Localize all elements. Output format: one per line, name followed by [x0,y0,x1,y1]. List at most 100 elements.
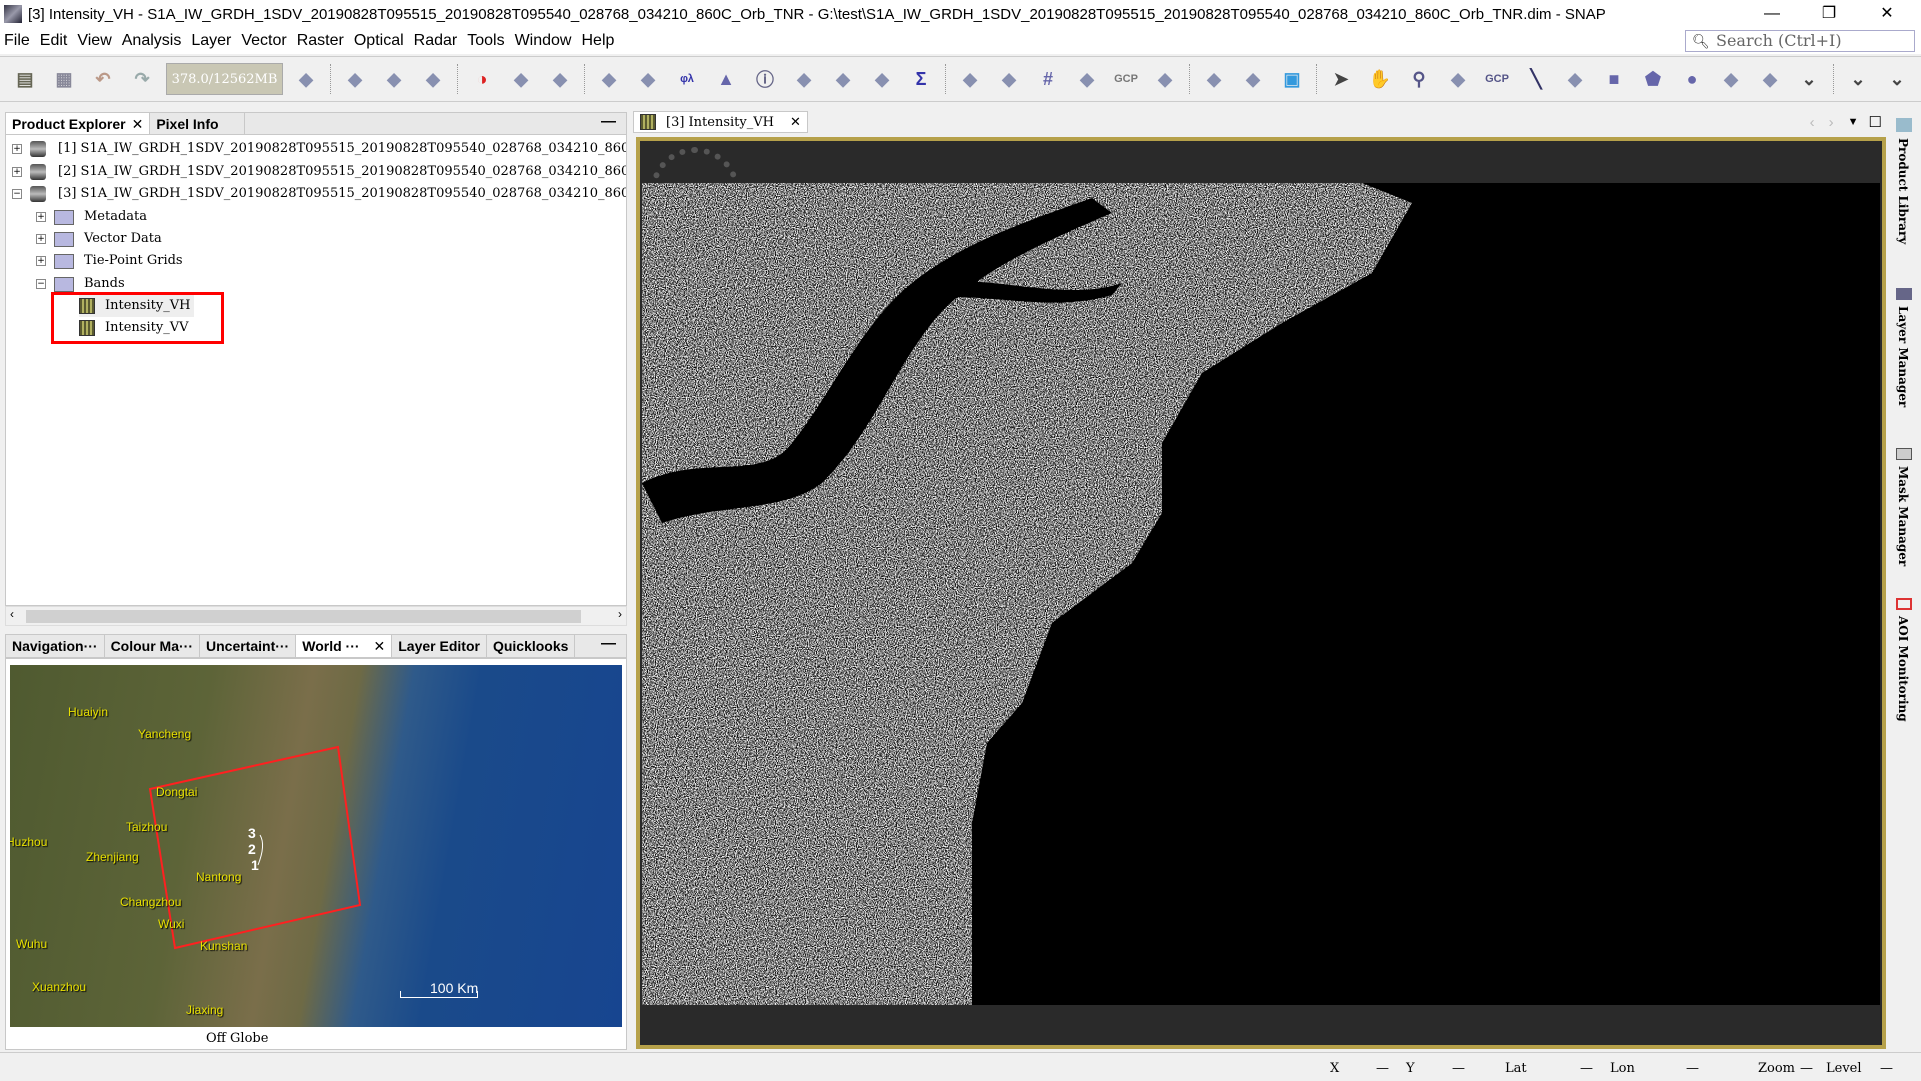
menu-edit[interactable]: Edit [40,32,68,50]
tab-colour-manipulation[interactable]: Colour Ma··· [105,635,200,657]
sidebar-mask-manager[interactable]: Mask Manager [1896,466,1910,566]
polyline-tool-icon[interactable]: ◆ [1560,64,1590,94]
menu-window[interactable]: Window [515,32,572,50]
geo-coding-icon[interactable]: φλ [672,64,702,94]
tab-image-view[interactable]: [3] Intensity_VH ✕ [633,111,808,133]
undo-icon[interactable]: ↶ [88,64,118,94]
gcp-overlay-icon[interactable]: ◆ [1072,64,1102,94]
expand-icon[interactable]: + [36,234,46,244]
graph-builder-icon[interactable]: ◆ [1199,64,1229,94]
expand-icon[interactable]: + [36,256,46,266]
close-button[interactable]: ✕ [1864,0,1910,28]
gcp-icon[interactable]: GCP [1111,64,1141,94]
scroll-tabs-right-icon[interactable]: › [1829,114,1834,131]
expand-icon[interactable]: + [36,212,46,222]
menu-optical[interactable]: Optical [354,32,404,50]
collapse-icon[interactable]: − [12,189,22,199]
tab-navigation[interactable]: Navigation··· [6,635,105,657]
more-icon[interactable]: ⌄ [1882,64,1912,94]
tree-folder-vector-data[interactable]: + Vector Data [36,228,162,250]
scroll-left-icon[interactable]: ‹ [10,607,14,621]
select-tool-icon[interactable]: ➤ [1326,64,1356,94]
minimize-panel-button[interactable]: — [591,113,626,135]
expand-icon[interactable]: + [12,144,22,154]
tree-product-1[interactable]: + [1] S1A_IW_GRDH_1SDV_20190828T095515_20… [12,138,626,160]
information-icon[interactable]: ⓘ [750,64,780,94]
minimize-button[interactable]: — [1749,0,1795,28]
scroll-tabs-left-icon[interactable]: ‹ [1810,114,1815,131]
menu-layer[interactable]: Layer [191,32,231,50]
spectrum-icon[interactable]: ◆ [545,64,575,94]
more-icon[interactable]: ⌄ [1794,64,1824,94]
sidebar-aoi-monitoring[interactable]: AOI Monitoring [1896,616,1910,722]
export-icon[interactable]: ◆ [379,64,409,94]
range-finder-icon[interactable]: ◆ [1755,64,1785,94]
tree-folder-metadata[interactable]: + Metadata [36,206,147,228]
menu-file[interactable]: File [4,32,30,50]
tree-product-2[interactable]: + [2] S1A_IW_GRDH_1SDV_20190828T095515_20… [12,161,626,183]
horizontal-scrollbar[interactable]: ‹ › [5,606,627,626]
collapse-icon[interactable]: − [36,279,46,289]
graticule-icon[interactable]: # [1033,64,1063,94]
profile-plot-icon[interactable]: ◆ [828,64,858,94]
tab-quicklooks[interactable]: Quicklooks [487,635,576,657]
world-map[interactable]: Huaiyin Yancheng Dongtai Taizhou Huzhou … [10,665,622,1027]
sum-icon[interactable]: Σ [906,64,936,94]
magic-wand-icon[interactable]: ◆ [1716,64,1746,94]
pan-tool-icon[interactable]: ✋ [1365,64,1395,94]
maximize-icon[interactable]: ☐ [1869,113,1882,131]
scatter-plot-icon[interactable]: ◆ [594,64,624,94]
draw-icon[interactable]: ◆ [633,64,663,94]
more-icon[interactable]: ⌄ [1843,64,1873,94]
line-tool-icon[interactable]: ╲ [1521,64,1551,94]
menu-tools[interactable]: Tools [467,32,504,50]
zoom-tool-icon[interactable]: ⚲ [1404,64,1434,94]
menu-radar[interactable]: Radar [414,32,458,50]
polygon-tool-icon[interactable]: ⬟ [1638,64,1668,94]
minimize-panel-button[interactable]: — [591,635,626,657]
close-icon[interactable]: ✕ [790,115,801,130]
correlation-icon[interactable]: ◆ [867,64,897,94]
statistics-icon[interactable]: ◆ [789,64,819,94]
rgb-image-icon[interactable]: ◑ [467,64,497,94]
sidebar-product-library[interactable]: Product Library [1896,138,1910,244]
search-input[interactable]: 🔍︎ Search (Ctrl+I) [1685,30,1915,52]
histogram-icon[interactable]: ▲ [711,64,741,94]
close-icon[interactable]: ✕ [132,116,144,132]
open-product-icon[interactable]: ▤ [10,64,40,94]
pin-icon[interactable]: ◆ [955,64,985,94]
redo-icon[interactable]: ↷ [127,64,157,94]
tree-band-intensity-vv[interactable]: Intensity_VV [79,317,188,339]
ellipse-tool-icon[interactable]: ● [1677,64,1707,94]
tab-product-explorer[interactable]: Product Explorer ✕ [6,113,151,135]
tree-folder-tie-point-grids[interactable]: + Tie-Point Grids [36,250,183,272]
sidebar-layer-manager[interactable]: Layer Manager [1896,306,1910,407]
pin-manager-icon[interactable]: ◆ [994,64,1024,94]
world-map-icon[interactable]: ▣ [1277,64,1307,94]
rectangle-tool-icon[interactable]: ■ [1599,64,1629,94]
menu-raster[interactable]: Raster [297,32,344,50]
menu-analysis[interactable]: Analysis [122,32,182,50]
tab-layer-editor[interactable]: Layer Editor [392,635,487,657]
band-maths-icon[interactable]: ◆ [506,64,536,94]
scrollbar-thumb[interactable] [26,610,581,623]
expand-icon[interactable]: + [12,167,22,177]
close-icon[interactable]: ✕ [374,638,386,654]
batch-processing-icon[interactable]: ◆ [1238,64,1268,94]
import-icon[interactable]: ◆ [340,64,370,94]
restore-button[interactable]: ❐ [1806,0,1852,28]
tab-uncertainty[interactable]: Uncertaint··· [200,635,297,657]
tree-product-3[interactable]: − [3] S1A_IW_GRDH_1SDV_20190828T095515_20… [12,183,626,205]
session-icon[interactable]: ◆ [418,64,448,94]
tab-pixel-info[interactable]: Pixel Info [150,113,246,135]
menu-help[interactable]: Help [581,32,614,50]
tab-list-icon[interactable]: ▼ [1848,116,1859,128]
tab-world-view[interactable]: World ··· ✕ [296,635,393,657]
menu-vector[interactable]: Vector [241,32,286,50]
gcp-placing-icon[interactable]: GCP [1482,64,1512,94]
save-product-icon[interactable]: ▦ [49,64,79,94]
image-viewer[interactable] [636,137,1886,1049]
product-library-icon[interactable]: ◆ [291,64,321,94]
scroll-right-icon[interactable]: › [618,607,622,621]
menu-view[interactable]: View [77,32,111,50]
